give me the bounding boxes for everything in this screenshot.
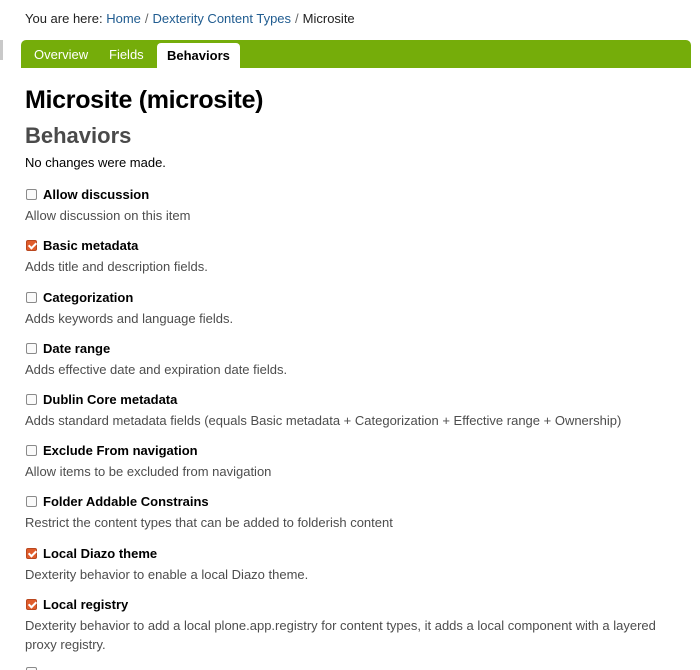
breadcrumb-prefix: You are here: <box>25 11 103 26</box>
behavior-description: Allow discussion on this item <box>25 208 191 223</box>
behavior-item: Basic metadata Adds title and descriptio… <box>25 237 695 276</box>
behavior-item: Exclude From navigation Allow items to b… <box>25 442 695 481</box>
left-edge-marker <box>0 40 3 60</box>
behavior-label[interactable]: Allow discussion <box>43 187 149 202</box>
behavior-label[interactable]: Local registry <box>43 597 128 612</box>
local-diazo-theme-checkbox[interactable] <box>26 547 37 559</box>
breadcrumb-home-link[interactable]: Home <box>106 11 141 26</box>
behavior-description: Dexterity behavior to enable a local Dia… <box>25 567 309 582</box>
behavior-description: Allow items to be excluded from navigati… <box>25 464 272 479</box>
tab-bar: Overview Fields Behaviors <box>21 40 691 68</box>
behavior-item: Folder Addable Constrains Restrict the c… <box>25 493 695 532</box>
local-registry-checkbox[interactable] <box>26 598 37 610</box>
behavior-item: Categorization Adds keywords and languag… <box>25 289 695 328</box>
basic-metadata-checkbox[interactable] <box>26 239 37 251</box>
behavior-item: Dublin Core metadata Adds standard metad… <box>25 391 695 430</box>
behavior-label[interactable]: Local Diazo theme <box>43 546 157 561</box>
folder-addable-constrains-checkbox[interactable] <box>26 495 37 507</box>
behavior-description: Adds title and description fields. <box>25 259 208 274</box>
breadcrumb: You are here: Home / Dexterity Content Typ… <box>25 11 355 26</box>
behavior-item-partial <box>25 664 695 670</box>
tab-fields[interactable]: Fields <box>109 40 144 68</box>
date-range-checkbox[interactable] <box>26 342 37 354</box>
behavior-label[interactable]: Dublin Core metadata <box>43 392 177 407</box>
status-message: No changes were made. <box>25 155 166 170</box>
next-behavior-checkbox[interactable] <box>26 666 37 670</box>
behavior-description: Adds standard metadata fields (equals Ba… <box>25 413 622 428</box>
dublin-core-checkbox[interactable] <box>26 393 37 405</box>
behavior-description: Adds effective date and expiration date … <box>25 362 288 377</box>
tab-overview[interactable]: Overview <box>34 40 88 68</box>
behavior-label[interactable]: Categorization <box>43 290 133 305</box>
breadcrumb-separator: / <box>295 11 299 26</box>
allow-discussion-checkbox[interactable] <box>26 188 37 200</box>
behavior-item: Local registry Dexterity behavior to add… <box>25 596 695 654</box>
behavior-label[interactable]: Exclude From navigation <box>43 443 198 458</box>
breadcrumb-current: Microsite <box>302 11 355 26</box>
page-title: Microsite (microsite) <box>25 86 264 114</box>
behavior-label[interactable]: Folder Addable Constrains <box>43 494 209 509</box>
exclude-from-navigation-checkbox[interactable] <box>26 444 37 456</box>
behavior-item: Local Diazo theme Dexterity behavior to … <box>25 545 695 584</box>
breadcrumb-separator: / <box>144 11 149 26</box>
behavior-label[interactable]: Basic metadata <box>43 238 138 253</box>
section-heading: Behaviors <box>25 123 132 148</box>
behavior-item: Allow discussion Allow discussion on thi… <box>25 186 695 225</box>
behavior-description: Restrict the content types that can be a… <box>25 515 393 530</box>
behavior-description: Adds keywords and language fields. <box>25 311 234 326</box>
tab-behaviors[interactable]: Behaviors <box>157 43 240 68</box>
behavior-description: Dexterity behavior to add a local plone.… <box>25 618 656 652</box>
categorization-checkbox[interactable] <box>26 291 37 303</box>
breadcrumb-content-types-link[interactable]: Dexterity Content Types <box>153 11 292 26</box>
behavior-item: Date range Adds effective date and expir… <box>25 340 695 379</box>
behavior-label[interactable]: Date range <box>43 341 110 356</box>
